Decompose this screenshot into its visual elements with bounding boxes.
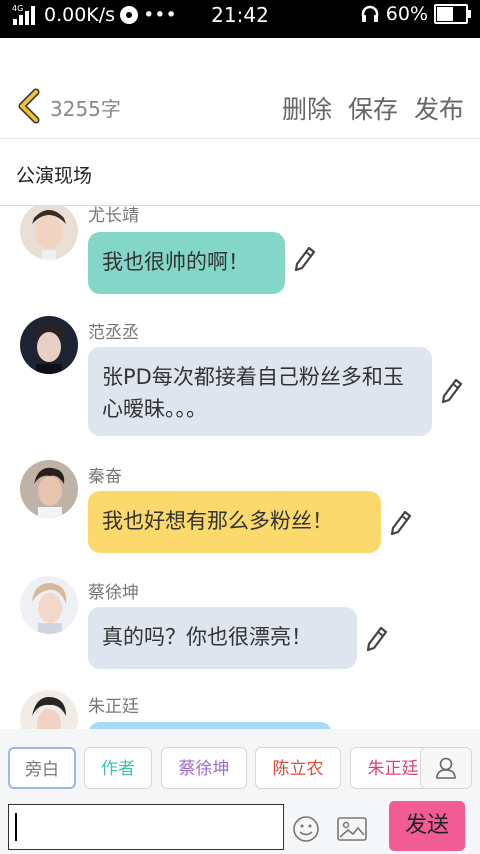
headphones-icon <box>361 5 379 22</box>
save-button[interactable]: 保存 <box>348 90 398 126</box>
avatar[interactable] <box>20 576 78 634</box>
image-icon[interactable] <box>337 817 367 841</box>
message-text: 真的吗？你也很漂亮！ <box>102 625 312 649</box>
battery-percent: 60% <box>385 3 428 25</box>
send-button[interactable]: 发送 <box>389 801 465 851</box>
pencil-icon[interactable] <box>294 246 316 272</box>
chat-list[interactable]: 尤长靖 我也很帅的啊！ 范丞丞 张PD每次都接着自己粉丝多和玉心暧昧。。。 秦奋… <box>0 206 480 729</box>
avatar[interactable] <box>20 460 78 518</box>
role-tab-chen-linong[interactable]: 陈立农 <box>255 747 341 789</box>
text-caret <box>15 813 17 841</box>
role-label: 旁白 <box>25 760 59 780</box>
sender-name: 朱正廷 <box>88 697 139 717</box>
message-text: 张PD每次都接着自己粉丝多和玉心暧昧。。。 <box>102 365 404 421</box>
sender-name: 尤长靖 <box>88 206 139 226</box>
message-bubble[interactable]: 真的吗？你也很漂亮！ <box>88 607 357 669</box>
role-label: 作者 <box>101 759 135 779</box>
manage-roles-button[interactable] <box>420 747 472 789</box>
word-count: 3255字 <box>50 97 121 121</box>
message-bubble[interactable] <box>88 722 332 729</box>
pencil-icon[interactable] <box>390 510 412 536</box>
message-bubble[interactable]: 张PD每次都接着自己粉丝多和玉心暧昧。。。 <box>88 347 432 436</box>
role-label: 蔡徐坤 <box>178 759 230 779</box>
avatar[interactable] <box>20 206 78 260</box>
status-bar: 4G 0.00K/s ••• 21:42 60% <box>0 0 480 38</box>
publish-button[interactable]: 发布 <box>414 90 464 126</box>
message-bubble[interactable]: 我也好想有那么多粉丝！ <box>88 491 381 553</box>
battery-tip <box>468 10 471 18</box>
message-bubble[interactable]: 我也很帅的啊！ <box>88 232 285 294</box>
role-label: 朱正廷 <box>367 759 419 779</box>
story-title-bar[interactable]: 公演现场 <box>0 139 480 206</box>
sender-name: 范丞丞 <box>88 323 139 343</box>
pencil-icon[interactable] <box>441 378 463 404</box>
emoji-icon[interactable] <box>292 815 320 843</box>
person-icon <box>436 757 456 779</box>
battery-fill <box>437 7 453 21</box>
composer-panel: 旁白 作者 蔡徐坤 陈立农 朱正廷 发送 <box>0 729 480 854</box>
delete-button[interactable]: 删除 <box>282 90 332 126</box>
avatar[interactable] <box>20 690 78 729</box>
role-tab-cai-xukun[interactable]: 蔡徐坤 <box>161 747 247 789</box>
avatar[interactable] <box>20 316 78 374</box>
role-tab-author[interactable]: 作者 <box>84 747 152 789</box>
role-label: 陈立农 <box>272 759 324 779</box>
sender-name: 蔡徐坤 <box>88 583 139 603</box>
sender-name: 秦奋 <box>88 467 122 487</box>
role-tab-narration[interactable]: 旁白 <box>8 747 76 789</box>
back-arrow-icon[interactable] <box>14 88 44 124</box>
top-bar: 3255字 删除 保存 发布 <box>0 38 480 139</box>
pencil-icon[interactable] <box>366 626 388 652</box>
battery-icon <box>434 4 471 24</box>
message-input[interactable] <box>8 804 284 850</box>
message-text: 我也好想有那么多粉丝！ <box>102 509 333 533</box>
header-actions: 删除 保存 发布 <box>282 90 464 126</box>
message-text: 我也很帅的啊！ <box>102 250 249 274</box>
status-right: 60% <box>360 3 471 25</box>
story-title[interactable]: 公演现场 <box>16 161 92 188</box>
